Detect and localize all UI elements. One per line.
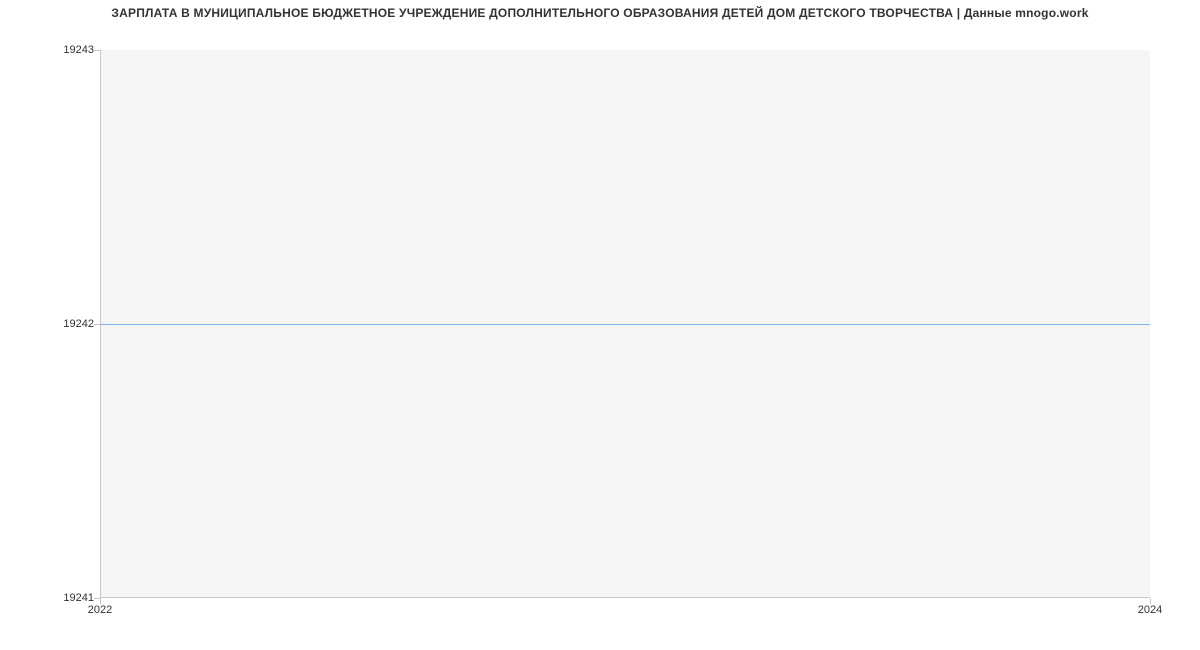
y-tick-label: 19242 xyxy=(4,318,94,330)
data-series-line xyxy=(100,324,1150,325)
x-tick-mark xyxy=(1150,598,1151,604)
y-tick-label: 19241 xyxy=(4,592,94,604)
chart-title: ЗАРПЛАТА В МУНИЦИПАЛЬНОЕ БЮДЖЕТНОЕ УЧРЕЖ… xyxy=(0,6,1200,20)
y-tick-label: 19243 xyxy=(4,44,94,56)
x-tick-mark xyxy=(100,598,101,604)
salary-chart: ЗАРПЛАТА В МУНИЦИПАЛЬНОЕ БЮДЖЕТНОЕ УЧРЕЖ… xyxy=(0,0,1200,650)
x-tick-label: 2024 xyxy=(1138,604,1162,616)
x-tick-label: 2022 xyxy=(88,604,112,616)
